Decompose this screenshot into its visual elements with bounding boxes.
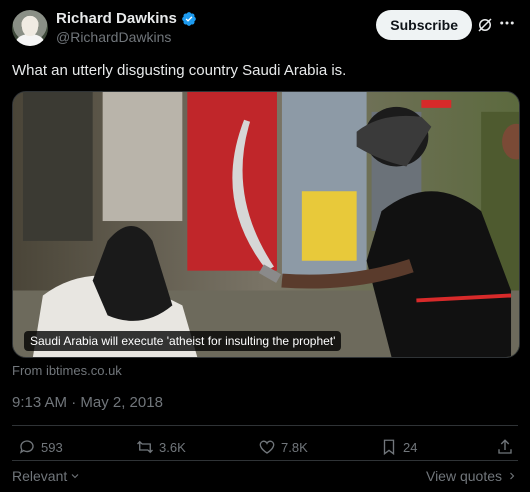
chevron-right-icon	[510, 472, 515, 480]
action-bar: 593 3.6K 7.8K 24	[12, 438, 518, 460]
chevron-down-icon	[71, 474, 79, 479]
share-button[interactable]	[496, 438, 514, 456]
tweet-header: Richard Dawkins @RichardDawkins Subscrib…	[12, 10, 518, 50]
bookmark-button[interactable]: 24	[380, 438, 417, 456]
view-quotes-link[interactable]: View quotes	[426, 468, 518, 484]
more-icon[interactable]	[498, 14, 516, 32]
media-caption: Saudi Arabia will execute 'atheist for i…	[24, 331, 342, 351]
author-name[interactable]: Richard Dawkins	[56, 10, 177, 27]
bookmark-icon	[383, 439, 395, 456]
media-photo	[13, 92, 519, 357]
tweet-media[interactable]: Saudi Arabia will execute 'atheist for i…	[12, 91, 520, 358]
heart-icon	[259, 440, 275, 454]
reply-icon	[19, 440, 34, 454]
author-handle[interactable]: @RichardDawkins	[56, 29, 171, 45]
retweet-button[interactable]: 3.6K	[136, 438, 186, 456]
author-name-row[interactable]: Richard Dawkins	[56, 10, 197, 27]
link-source[interactable]: From ibtimes.co.uk	[12, 363, 122, 378]
subscribe-button[interactable]: Subscribe	[376, 10, 472, 40]
reply-button[interactable]: 593	[18, 438, 63, 456]
retweet-count: 3.6K	[159, 439, 186, 455]
bookmark-count: 24	[403, 439, 418, 455]
tweet-timestamp[interactable]: 9:13 AM · May 2, 2018	[12, 394, 163, 411]
verified-badge-icon	[182, 11, 196, 26]
sort-dropdown[interactable]: Relevant	[12, 468, 81, 484]
divider-top	[12, 425, 518, 426]
retweet-icon	[137, 440, 153, 454]
divider-bottom	[12, 460, 518, 461]
like-count: 7.8K	[281, 439, 308, 455]
grok-icon[interactable]	[476, 16, 494, 34]
tweet-text: What an utterly disgusting country Saudi…	[12, 62, 347, 79]
share-icon	[498, 439, 512, 454]
avatar[interactable]	[12, 10, 48, 46]
like-button[interactable]: 7.8K	[258, 438, 308, 456]
view-quotes-label: View quotes	[425, 468, 502, 484]
reply-count: 593	[41, 439, 63, 455]
sort-label: Relevant	[12, 468, 68, 484]
